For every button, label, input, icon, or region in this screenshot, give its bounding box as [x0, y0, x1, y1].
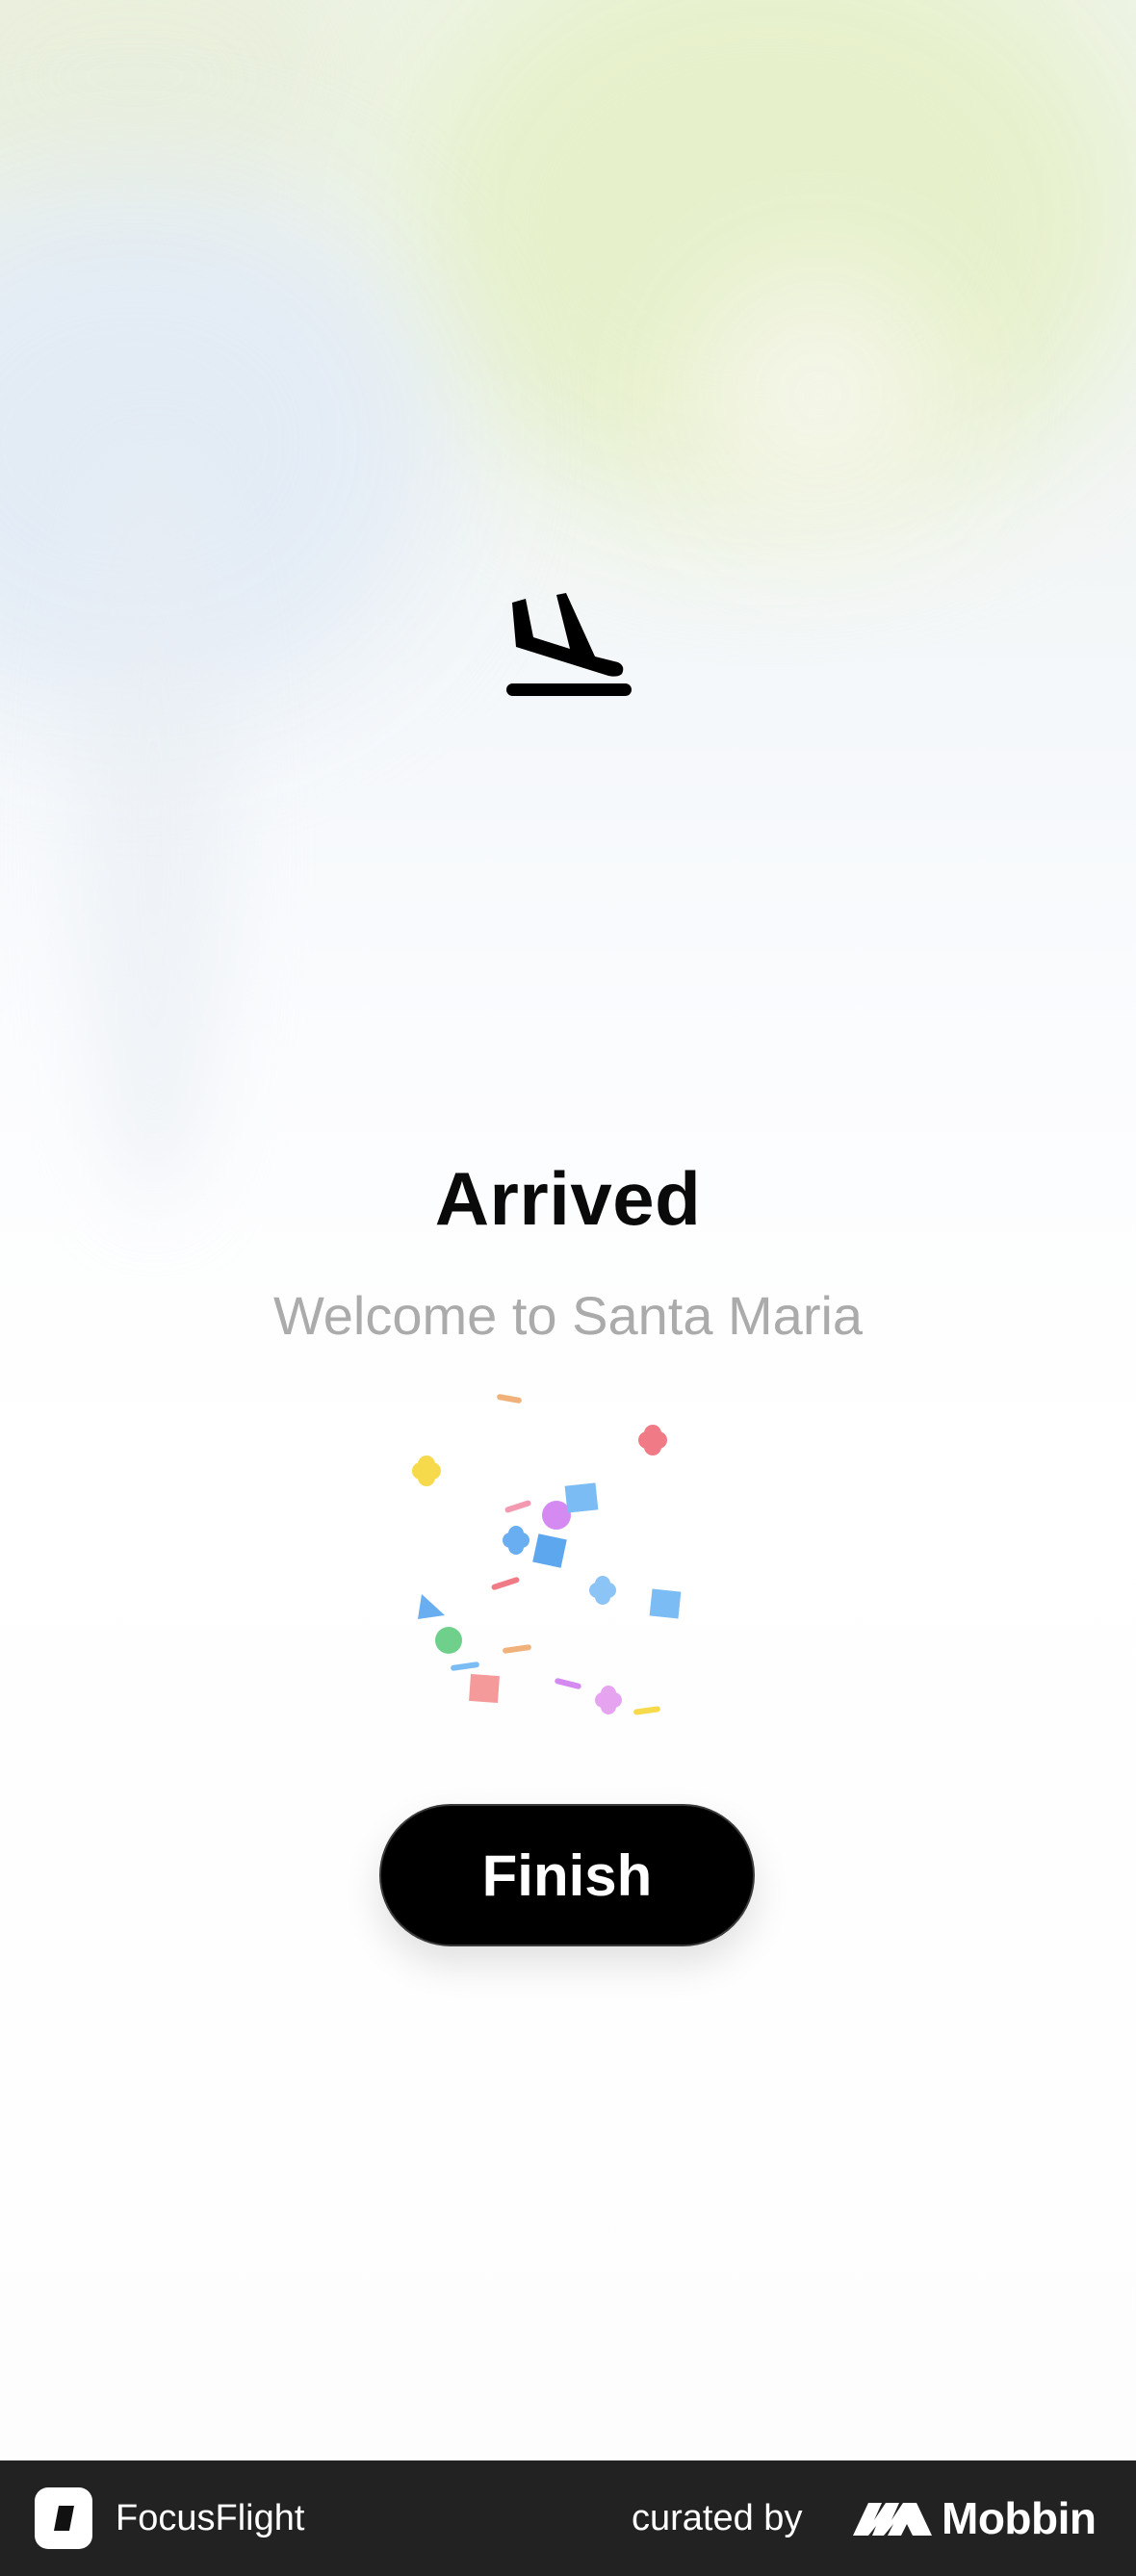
- plane-landing-icon: [506, 593, 632, 696]
- curated-by-label: curated by: [632, 2498, 803, 2538]
- arrival-subtitle: Welcome to Santa Maria: [272, 1285, 864, 1346]
- page-title: Arrived: [434, 1156, 702, 1241]
- attribution-footer: FocusFlight curated by Mobbin: [0, 2460, 1136, 2576]
- app-name: FocusFlight: [116, 2498, 305, 2538]
- mobbin-logo-icon: [853, 2503, 932, 2536]
- confetti-icon: [412, 1394, 682, 1715]
- focusflight-app-icon: [35, 2487, 92, 2549]
- finish-button[interactable]: Finish: [379, 1804, 755, 1946]
- mobbin-brand: Mobbin: [942, 2493, 1097, 2543]
